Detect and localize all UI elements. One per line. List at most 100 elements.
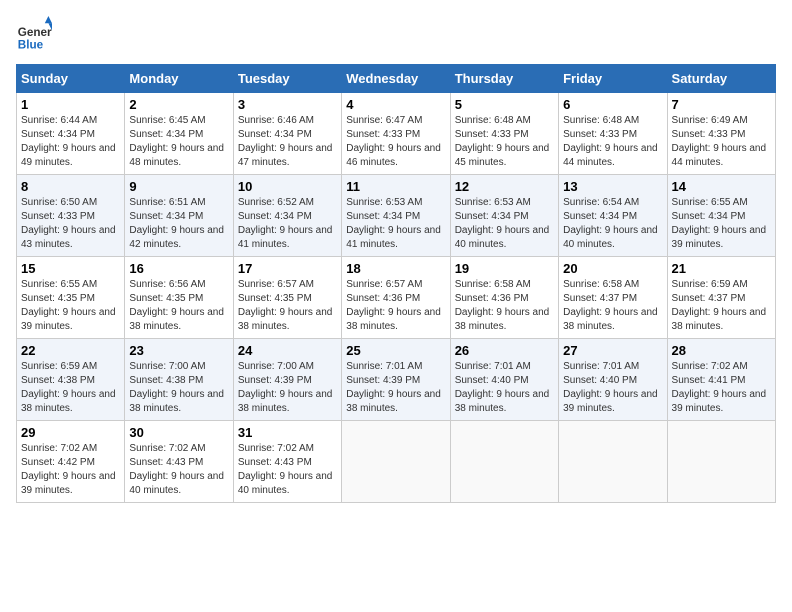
calendar-week-2: 8 Sunrise: 6:50 AMSunset: 4:33 PMDayligh… <box>17 175 776 257</box>
calendar-day-19: 19 Sunrise: 6:58 AMSunset: 4:36 PMDaylig… <box>450 257 558 339</box>
day-number: 21 <box>672 261 771 276</box>
calendar-day-30: 30 Sunrise: 7:02 AMSunset: 4:43 PMDaylig… <box>125 421 233 503</box>
day-info: Sunrise: 6:48 AMSunset: 4:33 PMDaylight:… <box>455 115 550 168</box>
calendar-day-26: 26 Sunrise: 7:01 AMSunset: 4:40 PMDaylig… <box>450 339 558 421</box>
day-info: Sunrise: 6:59 AMSunset: 4:38 PMDaylight:… <box>21 361 116 414</box>
calendar-day-15: 15 Sunrise: 6:55 AMSunset: 4:35 PMDaylig… <box>17 257 125 339</box>
day-info: Sunrise: 6:44 AMSunset: 4:34 PMDaylight:… <box>21 115 116 168</box>
day-info: Sunrise: 6:46 AMSunset: 4:34 PMDaylight:… <box>238 115 333 168</box>
calendar-day-20: 20 Sunrise: 6:58 AMSunset: 4:37 PMDaylig… <box>559 257 667 339</box>
day-number: 15 <box>21 261 120 276</box>
svg-text:General: General <box>18 26 52 39</box>
calendar-day-6: 6 Sunrise: 6:48 AMSunset: 4:33 PMDayligh… <box>559 93 667 175</box>
day-number: 23 <box>129 343 228 358</box>
day-number: 29 <box>21 425 120 440</box>
calendar-day-3: 3 Sunrise: 6:46 AMSunset: 4:34 PMDayligh… <box>233 93 341 175</box>
day-number: 19 <box>455 261 554 276</box>
day-info: Sunrise: 6:53 AMSunset: 4:34 PMDaylight:… <box>455 197 550 250</box>
day-number: 22 <box>21 343 120 358</box>
day-number: 2 <box>129 97 228 112</box>
day-info: Sunrise: 6:57 AMSunset: 4:35 PMDaylight:… <box>238 279 333 332</box>
day-info: Sunrise: 7:01 AMSunset: 4:40 PMDaylight:… <box>455 361 550 414</box>
calendar-table: SundayMondayTuesdayWednesdayThursdayFrid… <box>16 64 776 503</box>
day-number: 17 <box>238 261 337 276</box>
day-number: 7 <box>672 97 771 112</box>
calendar-day-4: 4 Sunrise: 6:47 AMSunset: 4:33 PMDayligh… <box>342 93 450 175</box>
calendar-day-22: 22 Sunrise: 6:59 AMSunset: 4:38 PMDaylig… <box>17 339 125 421</box>
calendar-day-27: 27 Sunrise: 7:01 AMSunset: 4:40 PMDaylig… <box>559 339 667 421</box>
svg-text:Blue: Blue <box>18 38 44 51</box>
logo: General Blue <box>16 16 52 52</box>
day-number: 11 <box>346 179 445 194</box>
day-number: 5 <box>455 97 554 112</box>
day-header-sunday: Sunday <box>17 65 125 93</box>
day-number: 26 <box>455 343 554 358</box>
empty-cell <box>450 421 558 503</box>
calendar-day-24: 24 Sunrise: 7:00 AMSunset: 4:39 PMDaylig… <box>233 339 341 421</box>
calendar-week-3: 15 Sunrise: 6:55 AMSunset: 4:35 PMDaylig… <box>17 257 776 339</box>
calendar-day-25: 25 Sunrise: 7:01 AMSunset: 4:39 PMDaylig… <box>342 339 450 421</box>
day-info: Sunrise: 6:55 AMSunset: 4:35 PMDaylight:… <box>21 279 116 332</box>
day-info: Sunrise: 6:51 AMSunset: 4:34 PMDaylight:… <box>129 197 224 250</box>
day-info: Sunrise: 7:02 AMSunset: 4:43 PMDaylight:… <box>238 443 333 496</box>
calendar-day-8: 8 Sunrise: 6:50 AMSunset: 4:33 PMDayligh… <box>17 175 125 257</box>
calendar-day-11: 11 Sunrise: 6:53 AMSunset: 4:34 PMDaylig… <box>342 175 450 257</box>
day-info: Sunrise: 6:54 AMSunset: 4:34 PMDaylight:… <box>563 197 658 250</box>
day-info: Sunrise: 6:50 AMSunset: 4:33 PMDaylight:… <box>21 197 116 250</box>
day-info: Sunrise: 6:58 AMSunset: 4:36 PMDaylight:… <box>455 279 550 332</box>
calendar-week-1: 1 Sunrise: 6:44 AMSunset: 4:34 PMDayligh… <box>17 93 776 175</box>
day-number: 8 <box>21 179 120 194</box>
day-number: 30 <box>129 425 228 440</box>
day-number: 16 <box>129 261 228 276</box>
day-number: 31 <box>238 425 337 440</box>
calendar-day-17: 17 Sunrise: 6:57 AMSunset: 4:35 PMDaylig… <box>233 257 341 339</box>
day-info: Sunrise: 6:49 AMSunset: 4:33 PMDaylight:… <box>672 115 767 168</box>
day-number: 6 <box>563 97 662 112</box>
day-header-monday: Monday <box>125 65 233 93</box>
day-info: Sunrise: 6:55 AMSunset: 4:34 PMDaylight:… <box>672 197 767 250</box>
day-info: Sunrise: 6:47 AMSunset: 4:33 PMDaylight:… <box>346 115 441 168</box>
day-info: Sunrise: 6:53 AMSunset: 4:34 PMDaylight:… <box>346 197 441 250</box>
calendar-day-12: 12 Sunrise: 6:53 AMSunset: 4:34 PMDaylig… <box>450 175 558 257</box>
calendar-day-2: 2 Sunrise: 6:45 AMSunset: 4:34 PMDayligh… <box>125 93 233 175</box>
day-number: 10 <box>238 179 337 194</box>
calendar-day-28: 28 Sunrise: 7:02 AMSunset: 4:41 PMDaylig… <box>667 339 775 421</box>
calendar-day-10: 10 Sunrise: 6:52 AMSunset: 4:34 PMDaylig… <box>233 175 341 257</box>
calendar-day-21: 21 Sunrise: 6:59 AMSunset: 4:37 PMDaylig… <box>667 257 775 339</box>
page-header: General Blue <box>16 16 776 52</box>
calendar-day-1: 1 Sunrise: 6:44 AMSunset: 4:34 PMDayligh… <box>17 93 125 175</box>
day-number: 3 <box>238 97 337 112</box>
day-number: 20 <box>563 261 662 276</box>
day-info: Sunrise: 7:02 AMSunset: 4:41 PMDaylight:… <box>672 361 767 414</box>
calendar-day-16: 16 Sunrise: 6:56 AMSunset: 4:35 PMDaylig… <box>125 257 233 339</box>
day-info: Sunrise: 7:01 AMSunset: 4:40 PMDaylight:… <box>563 361 658 414</box>
day-number: 12 <box>455 179 554 194</box>
day-info: Sunrise: 6:48 AMSunset: 4:33 PMDaylight:… <box>563 115 658 168</box>
empty-cell <box>342 421 450 503</box>
day-number: 25 <box>346 343 445 358</box>
day-number: 9 <box>129 179 228 194</box>
day-info: Sunrise: 7:01 AMSunset: 4:39 PMDaylight:… <box>346 361 441 414</box>
empty-cell <box>559 421 667 503</box>
day-header-thursday: Thursday <box>450 65 558 93</box>
calendar-day-23: 23 Sunrise: 7:00 AMSunset: 4:38 PMDaylig… <box>125 339 233 421</box>
day-info: Sunrise: 6:59 AMSunset: 4:37 PMDaylight:… <box>672 279 767 332</box>
calendar-week-5: 29 Sunrise: 7:02 AMSunset: 4:42 PMDaylig… <box>17 421 776 503</box>
empty-cell <box>667 421 775 503</box>
day-number: 18 <box>346 261 445 276</box>
logo-icon: General Blue <box>16 16 52 52</box>
day-info: Sunrise: 7:02 AMSunset: 4:43 PMDaylight:… <box>129 443 224 496</box>
day-info: Sunrise: 6:57 AMSunset: 4:36 PMDaylight:… <box>346 279 441 332</box>
calendar-day-9: 9 Sunrise: 6:51 AMSunset: 4:34 PMDayligh… <box>125 175 233 257</box>
day-info: Sunrise: 6:58 AMSunset: 4:37 PMDaylight:… <box>563 279 658 332</box>
day-number: 1 <box>21 97 120 112</box>
calendar-day-14: 14 Sunrise: 6:55 AMSunset: 4:34 PMDaylig… <box>667 175 775 257</box>
day-number: 27 <box>563 343 662 358</box>
day-number: 28 <box>672 343 771 358</box>
day-number: 13 <box>563 179 662 194</box>
day-info: Sunrise: 6:45 AMSunset: 4:34 PMDaylight:… <box>129 115 224 168</box>
day-header-saturday: Saturday <box>667 65 775 93</box>
day-info: Sunrise: 7:00 AMSunset: 4:39 PMDaylight:… <box>238 361 333 414</box>
day-header-tuesday: Tuesday <box>233 65 341 93</box>
calendar-week-4: 22 Sunrise: 6:59 AMSunset: 4:38 PMDaylig… <box>17 339 776 421</box>
